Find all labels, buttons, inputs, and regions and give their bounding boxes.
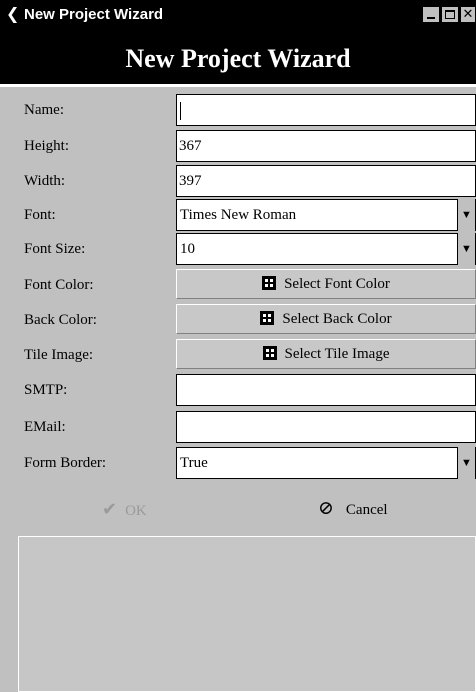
- select-back-color-label: Select Back Color: [282, 311, 392, 327]
- back-color-row: Back Color: Select Back Color: [0, 303, 476, 337]
- font-size-label: Font Size:: [24, 241, 86, 257]
- tile-image-label: Tile Image:: [24, 347, 94, 363]
- ok-label: OK: [125, 503, 147, 519]
- smtp-field[interactable]: [176, 374, 476, 406]
- window-title: New Project Wizard: [24, 6, 164, 23]
- palette-icon: [262, 276, 277, 290]
- font-color-row: Font Color: Select Font Color: [0, 268, 476, 302]
- minimize-icon[interactable]: [422, 6, 440, 23]
- name-row: Name:: [0, 93, 476, 127]
- palette-icon: [260, 311, 275, 325]
- form-border-select-value: True: [180, 455, 208, 471]
- email-row: EMail:: [0, 410, 476, 444]
- text-caret: [180, 101, 181, 120]
- cancel-button[interactable]: ⊘ Cancel: [318, 497, 388, 522]
- cancel-icon: ⊘: [318, 498, 334, 519]
- font-color-label: Font Color:: [24, 277, 94, 293]
- font-size-select-value: 10: [180, 241, 195, 257]
- width-label: Width:: [24, 173, 66, 189]
- width-row: Width: 397: [0, 164, 476, 198]
- select-tile-image-button[interactable]: Select Tile Image: [176, 339, 476, 369]
- select-font-color-button[interactable]: Select Font Color: [176, 269, 476, 299]
- font-size-row: Font Size: 10 ▼: [0, 232, 476, 266]
- select-back-color-button[interactable]: Select Back Color: [176, 304, 476, 334]
- chevron-down-icon[interactable]: ▼: [457, 447, 475, 479]
- title-bar: ❮ New Project Wizard ✕: [0, 0, 476, 30]
- back-color-label: Back Color:: [24, 312, 97, 328]
- height-row: Height: 367: [0, 129, 476, 163]
- tile-image-row: Tile Image: Select Tile Image: [0, 338, 476, 372]
- content-panel: [18, 536, 476, 692]
- select-font-color-label: Select Font Color: [284, 276, 390, 292]
- height-label: Height:: [24, 138, 69, 154]
- chevron-down-icon[interactable]: ▼: [457, 199, 475, 231]
- name-label: Name:: [24, 102, 64, 118]
- font-select[interactable]: Times New Roman ▼: [176, 199, 476, 231]
- form-border-row: Form Border: True ▼: [0, 446, 476, 480]
- ok-button[interactable]: ✔ OK: [102, 497, 147, 523]
- form-border-select[interactable]: True ▼: [176, 447, 476, 479]
- form-border-label: Form Border:: [24, 455, 107, 471]
- font-size-select[interactable]: 10 ▼: [176, 233, 476, 265]
- smtp-row: SMTP:: [0, 373, 476, 407]
- height-field[interactable]: 367: [176, 130, 476, 162]
- font-select-value: Times New Roman: [180, 207, 297, 223]
- smtp-label: SMTP:: [24, 382, 68, 398]
- name-field[interactable]: [176, 94, 476, 126]
- page-title: New Project Wizard: [0, 30, 476, 87]
- chevron-down-icon[interactable]: ▼: [457, 233, 475, 265]
- font-row: Font: Times New Roman ▼: [0, 198, 476, 232]
- window-controls: ✕: [422, 6, 476, 25]
- checkmark-icon: ✔: [102, 499, 118, 519]
- maximize-icon[interactable]: [441, 6, 459, 23]
- image-icon: [262, 346, 277, 360]
- close-icon[interactable]: ✕: [460, 6, 476, 23]
- font-label: Font:: [24, 207, 56, 223]
- cancel-label: Cancel: [345, 502, 388, 518]
- width-field[interactable]: 397: [176, 165, 476, 197]
- select-tile-image-label: Select Tile Image: [284, 346, 390, 362]
- email-label: EMail:: [24, 419, 66, 435]
- email-field[interactable]: [176, 411, 476, 443]
- back-arrow-icon[interactable]: ❮: [6, 5, 19, 25]
